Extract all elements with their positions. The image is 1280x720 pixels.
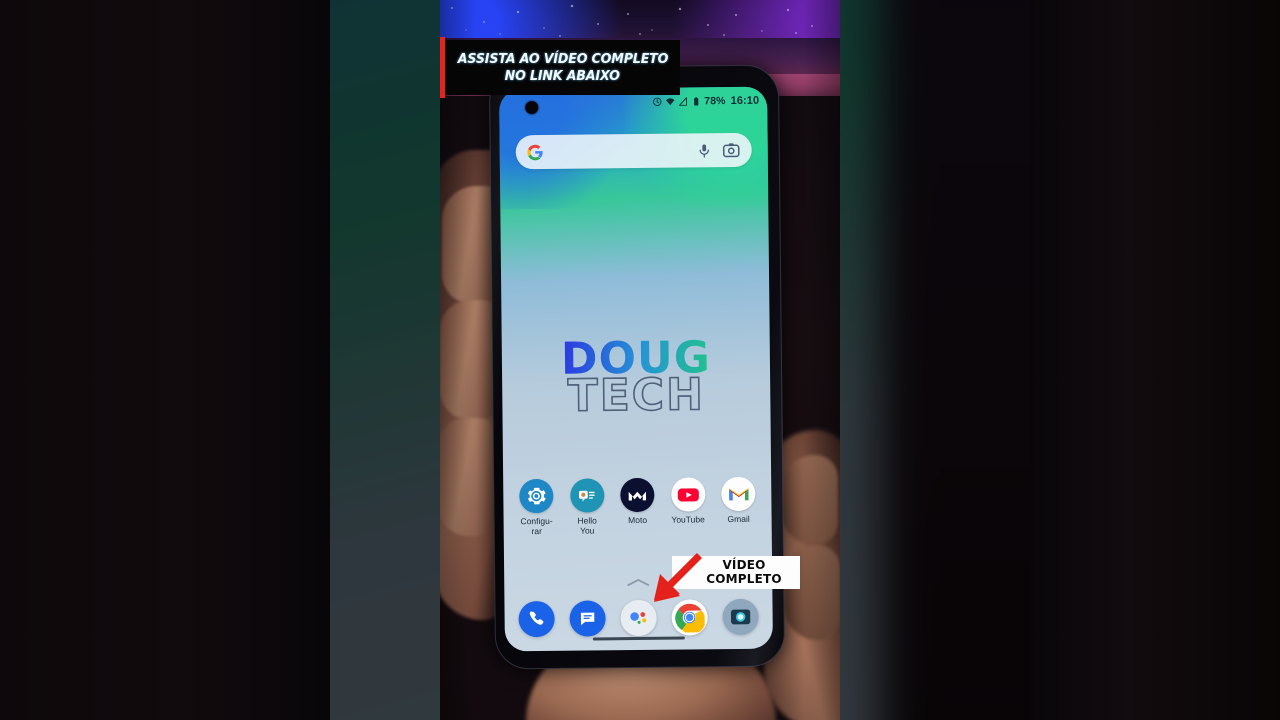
app-label-configurar: Configu- rar — [514, 516, 560, 537]
starfield-band — [440, 0, 840, 40]
search-input-area[interactable] — [544, 150, 697, 152]
google-assistant-dots-icon[interactable] — [620, 599, 657, 637]
app-label-gmail: Gmail — [727, 513, 750, 525]
hello-you-speech-bubble-icon — [569, 478, 605, 513]
left-finger-3 — [440, 418, 496, 536]
phone-handset-icon[interactable] — [518, 600, 555, 638]
status-bar-clock: 16:10 — [730, 94, 760, 108]
app-label-youtube: YouTube — [671, 514, 705, 525]
camera-lens-icon[interactable] — [722, 598, 759, 636]
youtube-play-icon — [670, 477, 706, 512]
google-lens-camera-icon[interactable] — [722, 140, 741, 159]
app-youtube[interactable]: YouTube — [665, 477, 712, 535]
battery-percent-label: 78% — [704, 95, 726, 108]
app-label-moto: Moto — [628, 514, 648, 526]
status-bar: 78% 16:10 — [652, 95, 759, 108]
app-label-hello-you: Hello You — [564, 515, 610, 536]
top-banner-overlay: ASSISTA AO VÍDEO COMPLETO NO LINK ABAIXO — [440, 37, 680, 98]
callout-line-2: COMPLETO — [706, 571, 782, 586]
app-configurar[interactable]: Configu- rar — [513, 478, 560, 537]
banner-line-1: ASSISTA AO VÍDEO COMPLETO — [457, 51, 668, 68]
wifi-icon — [666, 98, 675, 106]
motorola-m-icon — [620, 477, 655, 513]
google-search-bar[interactable] — [515, 132, 752, 170]
app-label-line2: You — [579, 524, 595, 536]
video-strip: 78% 16:10 DOUG TECH Configu- rar Hello Y… — [440, 0, 840, 720]
app-gmail[interactable]: Gmail — [715, 476, 762, 535]
logo-tech-text: TECH — [567, 369, 706, 423]
gmail-envelope-icon — [721, 476, 756, 512]
banner-line-2: NO LINK ABAIXO — [504, 67, 621, 84]
callout-line-1: VÍDEO — [722, 558, 766, 573]
front-camera-punch-hole — [525, 101, 539, 115]
chrome-icon[interactable] — [671, 599, 708, 636]
app-label-line2: rar — [531, 525, 542, 536]
battery-icon — [694, 97, 699, 106]
microphone-icon[interactable] — [697, 142, 712, 159]
right-finger-1 — [780, 455, 838, 545]
arrow-down-left-icon — [654, 553, 702, 602]
app-hello-you[interactable]: Hello You — [564, 478, 611, 536]
settings-gear-icon — [519, 478, 554, 514]
messages-bubble-icon[interactable] — [569, 600, 606, 637]
app-moto[interactable]: Moto — [614, 477, 661, 536]
home-gesture-bar-icon[interactable] — [592, 636, 685, 641]
clock-icon — [653, 97, 662, 106]
wallpaper-logo: DOUG TECH — [502, 332, 771, 423]
home-screen-dock — [518, 598, 759, 638]
signal-icon — [679, 97, 688, 106]
google-g-icon — [527, 144, 543, 160]
home-screen-app-row: Configu- rar Hello You Moto YouTube Gmai… — [513, 476, 762, 537]
video-frame: 78% 16:10 DOUG TECH Configu- rar Hello Y… — [0, 0, 1280, 720]
